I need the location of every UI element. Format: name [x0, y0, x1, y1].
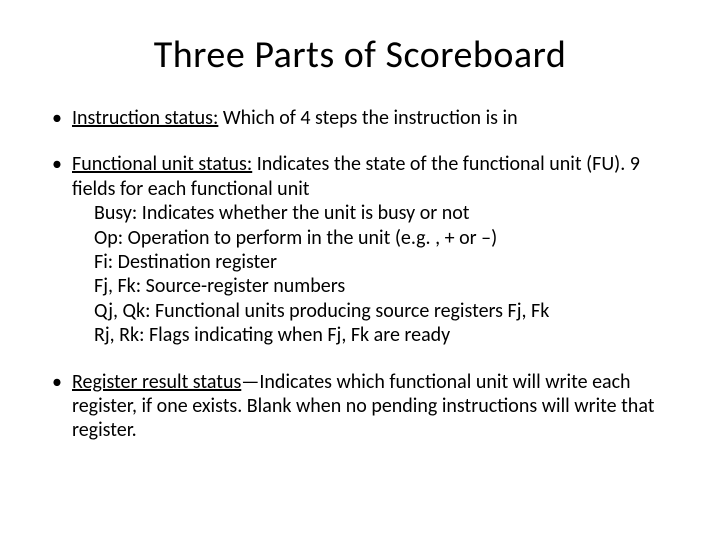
- field-rjrk: Rj, Rk: Flags indicating when Fj, Fk are…: [94, 323, 672, 347]
- field-op-desc: Operation to perform in the unit (e.g. ,…: [123, 226, 497, 250]
- field-fi-desc: Destination register: [113, 250, 277, 274]
- field-busy-name: Busy:: [94, 201, 137, 225]
- page-title: Three Parts of Scoreboard: [48, 32, 672, 78]
- field-fi-name: Fi:: [94, 250, 113, 274]
- field-fjfk-name: Fj, Fk:: [94, 274, 141, 298]
- bullet-functional-unit-status: Functional unit status: Indicates the st…: [48, 152, 672, 347]
- field-fjfk: Fj, Fk: Source-register numbers: [94, 274, 672, 298]
- field-fi: Fi: Destination register: [94, 250, 672, 274]
- field-busy-desc: Indicates whether the unit is busy or no…: [137, 201, 469, 225]
- label-register-result-status: Register result status: [72, 370, 241, 394]
- text-instruction-status: Which of 4 steps the instruction is in: [218, 106, 517, 130]
- field-fjfk-desc: Source-register numbers: [141, 274, 345, 298]
- slide: Three Parts of Scoreboard Instruction st…: [0, 0, 720, 540]
- field-op: Op: Operation to perform in the unit (e.…: [94, 226, 672, 250]
- field-qjqk: Qj, Qk: Functional units producing sourc…: [94, 299, 672, 323]
- field-op-name: Op:: [94, 226, 123, 250]
- field-qjqk-name: Qj, Qk:: [94, 299, 150, 323]
- label-instruction-status: Instruction status:: [72, 106, 218, 130]
- field-rjrk-desc: Flags indicating when Fj, Fk are ready: [144, 323, 450, 347]
- field-busy: Busy: Indicates whether the unit is busy…: [94, 201, 672, 225]
- field-list: Busy: Indicates whether the unit is busy…: [72, 201, 672, 347]
- bullet-instruction-status: Instruction status: Which of 4 steps the…: [48, 106, 672, 130]
- field-qjqk-desc: Functional units producing source regist…: [150, 299, 549, 323]
- bullet-register-result-status: Register result status—Indicates which f…: [48, 370, 672, 443]
- label-functional-unit-status: Functional unit status:: [72, 152, 252, 176]
- bullet-list: Instruction status: Which of 4 steps the…: [48, 106, 672, 443]
- field-rjrk-name: Rj, Rk:: [94, 323, 144, 347]
